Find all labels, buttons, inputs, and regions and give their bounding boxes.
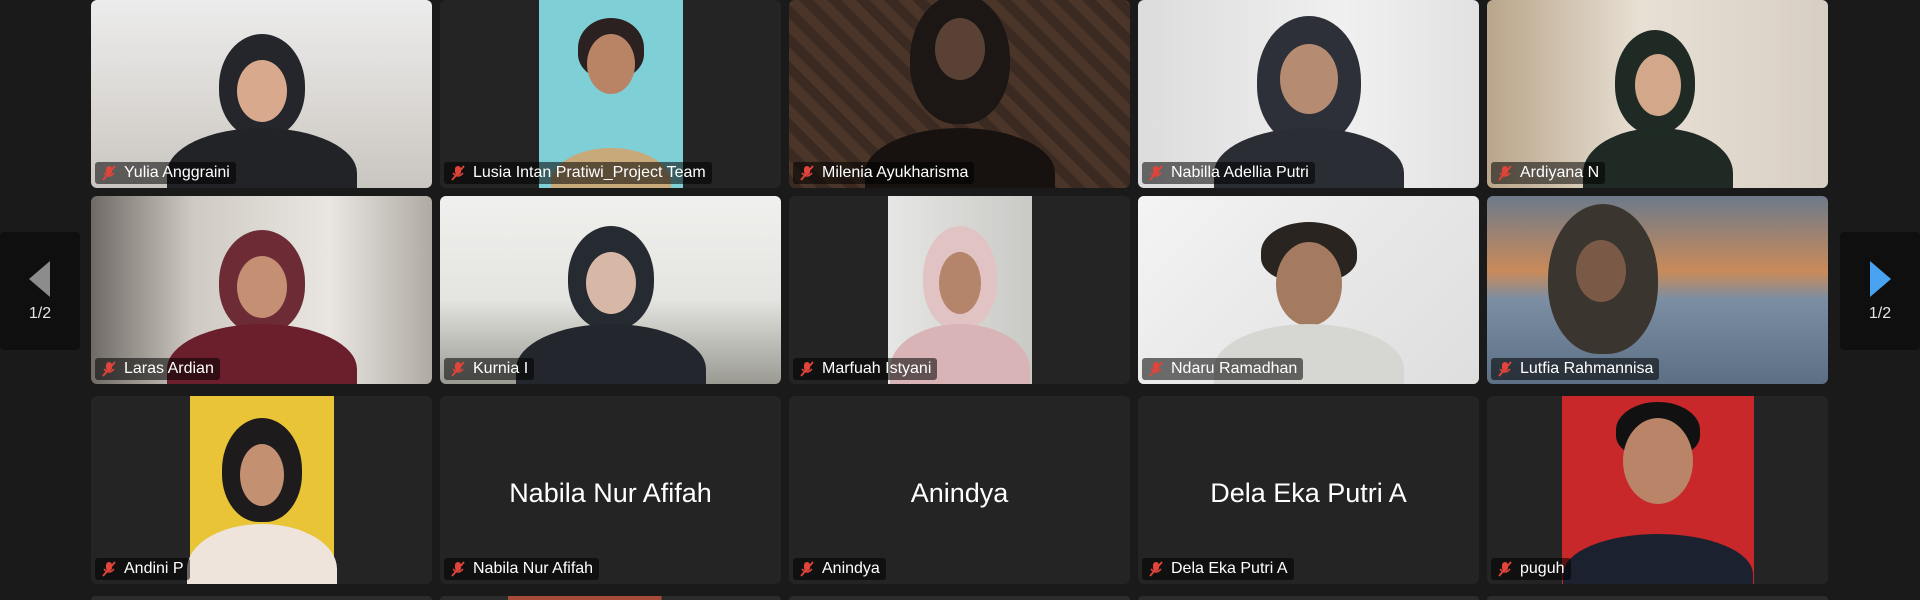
- participant-name-label: Nabilla Adellia Putri: [1142, 162, 1315, 184]
- mic-muted-icon: [1149, 361, 1163, 377]
- participant-name-label: Anindya: [793, 558, 886, 580]
- participant-tile-partial[interactable]: [789, 596, 1130, 600]
- participant-tile[interactable]: Lutfia Rahmannisa: [1487, 196, 1828, 384]
- mic-muted-icon: [102, 361, 116, 377]
- participant-name-label: Nabila Nur Afifah: [444, 558, 600, 580]
- mic-muted-icon: [102, 165, 116, 181]
- participant-name-label: Ardiyana N: [1491, 162, 1606, 184]
- participant-display-name: Nabila Nur Afifah: [509, 478, 712, 508]
- participant-tile[interactable]: puguh: [1487, 396, 1828, 584]
- participant-tile-video-off[interactable]: Dela Eka Putri A Dela Eka Putri A: [1138, 396, 1479, 584]
- next-page-button[interactable]: 1/2: [1840, 232, 1920, 350]
- participant-tile-partial[interactable]: [1138, 596, 1479, 600]
- video-feed: [1138, 196, 1479, 384]
- participant-name-label: Lutfia Rahmannisa: [1491, 358, 1660, 380]
- participant-tile[interactable]: Andini P: [91, 396, 432, 584]
- participant-name-label: Milenia Ayukharisma: [793, 162, 975, 184]
- video-grid: Yulia Anggraini Lusia Intan Pratiwi_Proj…: [91, 0, 1830, 600]
- video-feed: [440, 196, 781, 384]
- participant-tile[interactable]: Yulia Anggraini: [91, 0, 432, 188]
- mic-muted-icon: [800, 165, 814, 181]
- participant-tile[interactable]: Ardiyana N: [1487, 0, 1828, 188]
- participant-display-name: Anindya: [910, 478, 1009, 508]
- mic-muted-icon: [800, 561, 814, 577]
- participant-tile-partial[interactable]: [440, 596, 781, 600]
- participant-tile[interactable]: Kurnia I: [440, 196, 781, 384]
- participant-tile[interactable]: Milenia Ayukharisma: [789, 0, 1130, 188]
- mic-muted-icon: [451, 165, 465, 181]
- page-indicator-left: 1/2: [28, 305, 52, 322]
- chevron-right-icon: [1870, 261, 1891, 297]
- participant-tile[interactable]: Lusia Intan Pratiwi_Project Team: [440, 0, 781, 188]
- participant-tile-video-off[interactable]: Nabila Nur Afifah Nabila Nur Afifah: [440, 396, 781, 584]
- participant-name-label: Marfuah Istyani: [793, 358, 938, 380]
- video-feed: [789, 0, 1130, 188]
- participant-name-label: Andini P: [95, 558, 190, 580]
- participant-name-label: Yulia Anggraini: [95, 162, 236, 184]
- mic-muted-icon: [1149, 165, 1163, 181]
- mic-muted-icon: [1498, 561, 1512, 577]
- video-feed: [186, 396, 337, 584]
- mic-muted-icon: [1498, 165, 1512, 181]
- mic-muted-icon: [451, 561, 465, 577]
- participant-tile[interactable]: Marfuah Istyani: [789, 196, 1130, 384]
- participant-tile[interactable]: Nabilla Adellia Putri: [1138, 0, 1479, 188]
- participant-tile-video-off[interactable]: Anindya Anindya: [789, 396, 1130, 584]
- mic-muted-icon: [451, 361, 465, 377]
- chevron-left-icon: [29, 261, 50, 297]
- participant-tile-active-speaker[interactable]: Ndaru Ramadhan: [1138, 196, 1479, 384]
- participant-name-label: Laras Ardian: [95, 358, 220, 380]
- mic-muted-icon: [1498, 361, 1512, 377]
- page-indicator-right: 1/2: [1868, 305, 1892, 322]
- participant-name-label: Dela Eka Putri A: [1142, 558, 1294, 580]
- mic-muted-icon: [800, 361, 814, 377]
- video-feed: [1487, 196, 1828, 384]
- participant-name-label: Ndaru Ramadhan: [1142, 358, 1304, 380]
- video-feed: [91, 0, 432, 188]
- video-feed: [91, 196, 432, 384]
- mic-muted-icon: [1149, 561, 1163, 577]
- video-feed: [1561, 396, 1754, 584]
- participant-tile-partial[interactable]: [91, 596, 432, 600]
- participant-name-label: puguh: [1491, 558, 1571, 580]
- video-feed: [887, 196, 1032, 384]
- participant-name-label: Kurnia I: [444, 358, 535, 380]
- mic-muted-icon: [102, 561, 116, 577]
- participant-name-label: Lusia Intan Pratiwi_Project Team: [444, 162, 712, 184]
- participant-tile[interactable]: Laras Ardian: [91, 196, 432, 384]
- video-feed: [538, 0, 683, 188]
- participant-display-name: Dela Eka Putri A: [1210, 478, 1407, 508]
- video-feed: [1487, 0, 1828, 188]
- previous-page-button[interactable]: 1/2: [0, 232, 80, 350]
- video-feed: [1138, 0, 1479, 188]
- participant-tile-partial[interactable]: [1487, 596, 1828, 600]
